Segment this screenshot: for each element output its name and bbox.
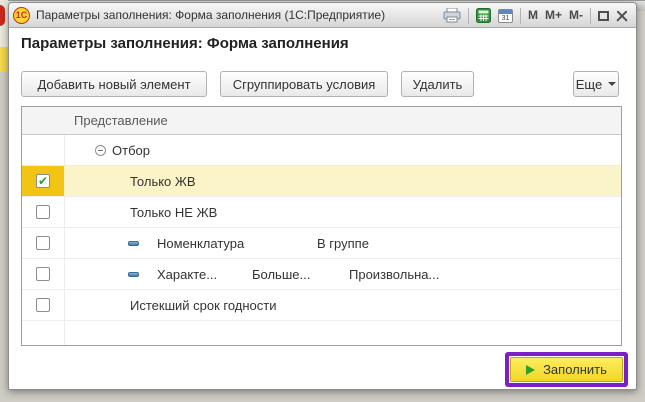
table-row-istekshiy-srok[interactable]: Истекший срок годности	[22, 290, 621, 321]
background-row-fragment	[0, 47, 8, 72]
close-icon	[616, 10, 628, 22]
delete-button[interactable]: Удалить	[401, 71, 474, 97]
row-checkbox[interactable]	[36, 174, 50, 188]
desktop-background: 1С Параметры заполнения: Форма заполнени…	[0, 0, 645, 402]
titlebar[interactable]: 1С Параметры заполнения: Форма заполнени…	[9, 3, 636, 28]
close-button[interactable]	[616, 3, 628, 28]
titlebar-icons: 31 M M+ M-	[443, 3, 628, 28]
condition-comparison: Больше...	[252, 259, 310, 289]
row-checkbox[interactable]	[36, 267, 50, 281]
memory-m-button[interactable]: M	[528, 3, 538, 28]
titlebar-separator	[520, 8, 521, 24]
calendar-day-label: 31	[499, 14, 512, 23]
table-row-group-otbor[interactable]: Отбор	[22, 135, 621, 166]
calendar-icon[interactable]: 31	[498, 3, 513, 28]
dialog-window: 1С Параметры заполнения: Форма заполнени…	[8, 2, 637, 390]
filter-condition-icon	[128, 241, 139, 246]
toolbar: Добавить новый элемент Сгруппировать усл…	[21, 71, 619, 97]
maximize-button[interactable]	[598, 3, 609, 28]
app-logo-1c-icon: 1С	[13, 7, 30, 24]
fill-button-label: Заполнить	[543, 362, 607, 377]
group-conditions-button[interactable]: Сгруппировать условия	[220, 71, 388, 97]
chevron-down-icon	[608, 82, 616, 86]
table-row-tolko-ne-zhv[interactable]: Только НЕ ЖВ	[22, 197, 621, 228]
row-checkbox[interactable]	[36, 236, 50, 250]
fill-parameters-table: Представление Отбор Только ЖВ Только НЕ …	[21, 106, 622, 346]
table-row-harakteristika[interactable]: Характе... Больше... Произвольна...	[22, 259, 621, 290]
more-button-label: Еще	[576, 77, 602, 92]
condition-field: Номенклатура	[157, 228, 244, 258]
row-label: Только ЖВ	[130, 166, 196, 196]
row-label: Только НЕ ЖВ	[130, 197, 217, 227]
more-button[interactable]: Еще	[573, 71, 619, 97]
page-title: Параметры заполнения: Форма заполнения	[21, 35, 349, 52]
column-header-representation: Представление	[74, 107, 168, 134]
table-header: Представление	[22, 107, 621, 135]
group-label: Отбор	[112, 135, 150, 165]
maximize-icon	[598, 11, 609, 21]
collapse-expander-icon[interactable]	[95, 145, 106, 156]
table-row-tolko-zhv[interactable]: Только ЖВ	[22, 166, 621, 197]
printer-icon[interactable]	[443, 3, 461, 28]
annotation-highlight-ring: Заполнить	[505, 352, 628, 387]
window-title: Параметры заполнения: Форма заполнения (…	[36, 8, 385, 22]
calculator-icon[interactable]	[476, 3, 491, 28]
fill-button[interactable]: Заполнить	[510, 357, 623, 382]
condition-field: Характе...	[157, 259, 217, 289]
background-icon-fragment	[0, 5, 5, 26]
titlebar-separator	[468, 8, 469, 24]
titlebar-separator	[590, 8, 591, 24]
row-checkbox[interactable]	[36, 298, 50, 312]
row-checkbox[interactable]	[36, 205, 50, 219]
memory-m-minus-button[interactable]: M-	[569, 3, 583, 28]
filter-condition-icon	[128, 272, 139, 277]
table-row-nomenklatura[interactable]: Номенклатура В группе	[22, 228, 621, 259]
memory-m-plus-button[interactable]: M+	[545, 3, 562, 28]
row-label: Истекший срок годности	[130, 290, 277, 320]
add-new-element-button[interactable]: Добавить новый элемент	[21, 71, 207, 97]
play-icon	[526, 365, 535, 375]
condition-value: Произвольна...	[349, 259, 439, 289]
condition-comparison: В группе	[317, 228, 369, 258]
